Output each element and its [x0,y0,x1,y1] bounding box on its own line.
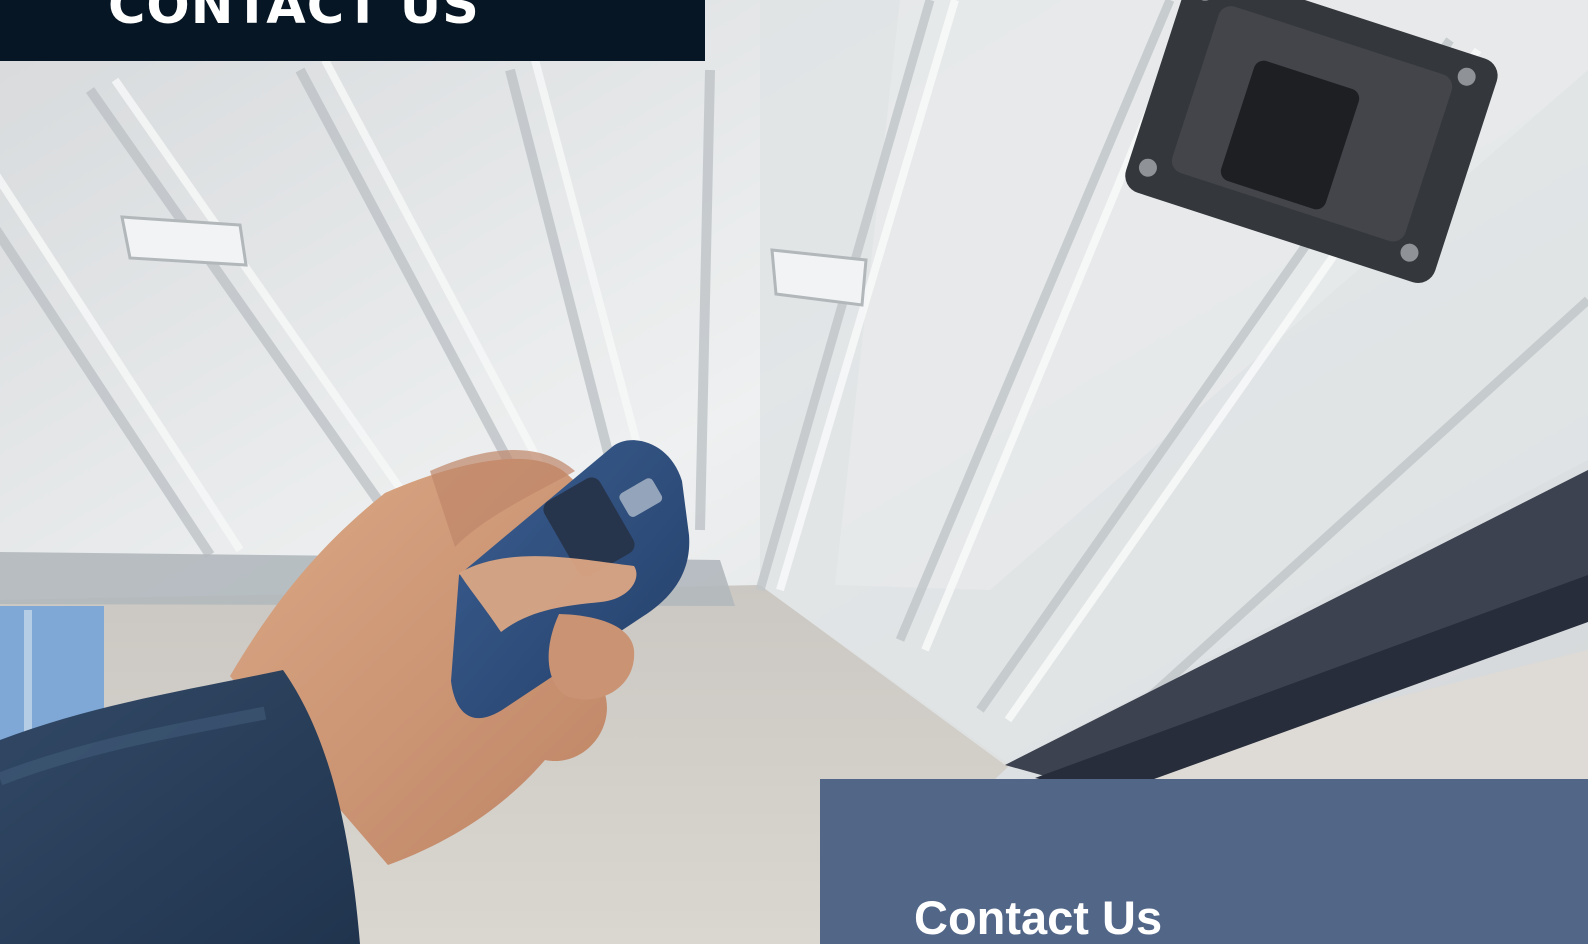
page-title: CONTACT US [108,0,480,36]
page-title-banner: CONTACT US [0,0,705,61]
contact-us-heading: Contact Us [914,891,1163,944]
contact-us-panel: Contact Us [820,779,1588,944]
contact-page: CONTACT US Contact Us [0,0,1588,944]
